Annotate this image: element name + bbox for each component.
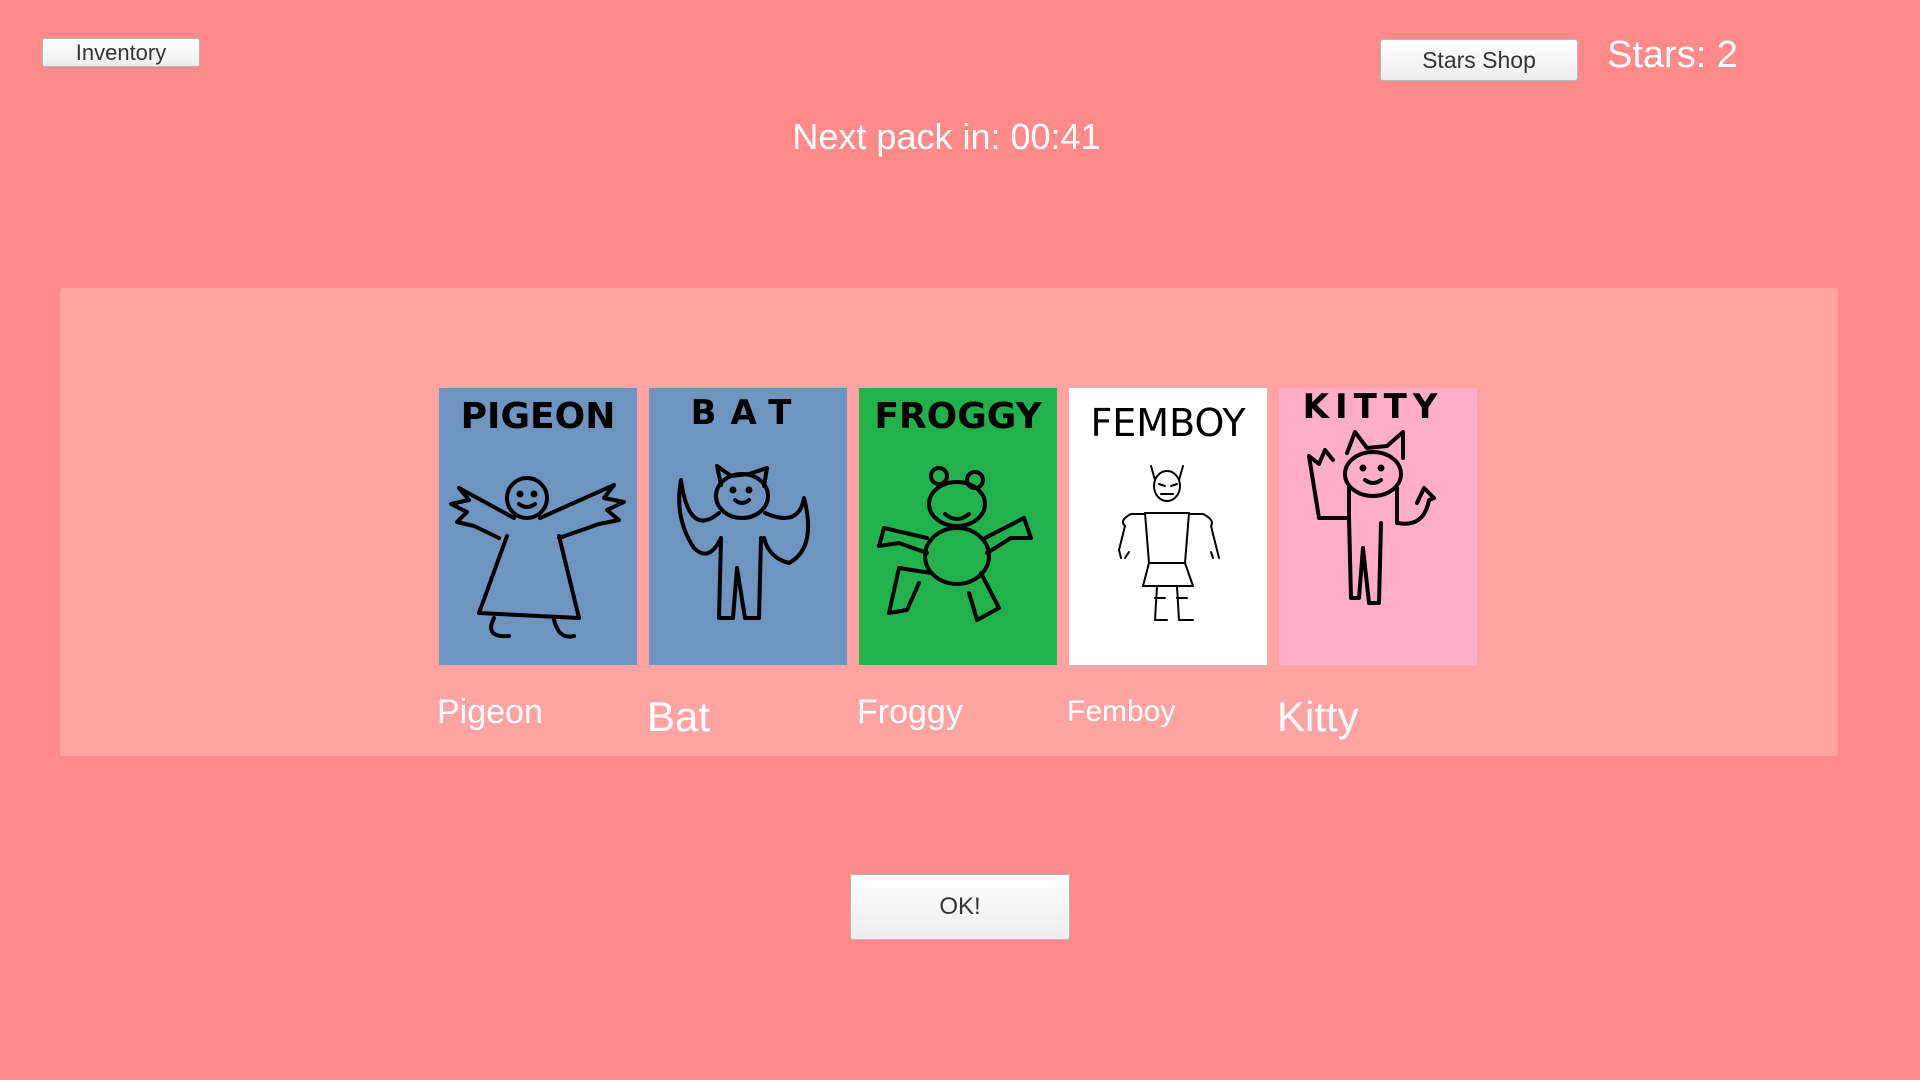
card-title-kitty: KITTY <box>1303 388 1444 427</box>
bat-drawing: BAT <box>677 393 811 620</box>
stars-counter: Stars: 2 <box>1607 34 1738 76</box>
card-title-pigeon: PIGEON <box>461 396 616 437</box>
card-title-femboy: FEMBOY <box>1090 401 1246 445</box>
card-name-kitty: Kitty <box>1277 693 1359 740</box>
card-froggy[interactable]: FROGGY <box>859 388 1057 665</box>
ok-button[interactable]: OK! <box>850 874 1070 940</box>
card-pigeon[interactable]: PIGEON <box>439 388 637 665</box>
inventory-button[interactable]: Inventory <box>42 38 200 67</box>
card-name-pigeon: Pigeon <box>437 693 543 731</box>
card-title-bat: BAT <box>691 393 806 433</box>
kitty-drawing: KITTY <box>1303 388 1444 605</box>
stars-shop-button[interactable]: Stars Shop <box>1380 39 1578 81</box>
pigeon-drawing: PIGEON <box>449 396 626 639</box>
froggy-drawing: FROGGY <box>874 396 1043 622</box>
card-title-froggy: FROGGY <box>874 396 1042 437</box>
card-name-femboy: Femboy <box>1067 695 1176 728</box>
card-kitty[interactable]: KITTY <box>1279 388 1477 665</box>
card-name-bat: Bat <box>647 693 711 740</box>
card-femboy[interactable]: FEMBOY <box>1069 388 1267 665</box>
card-name-froggy: Froggy <box>857 693 963 731</box>
card-bat[interactable]: BAT <box>649 388 847 665</box>
femboy-drawing: FEMBOY <box>1090 401 1246 621</box>
next-pack-timer: Next pack in: 00:41 <box>792 116 1101 157</box>
